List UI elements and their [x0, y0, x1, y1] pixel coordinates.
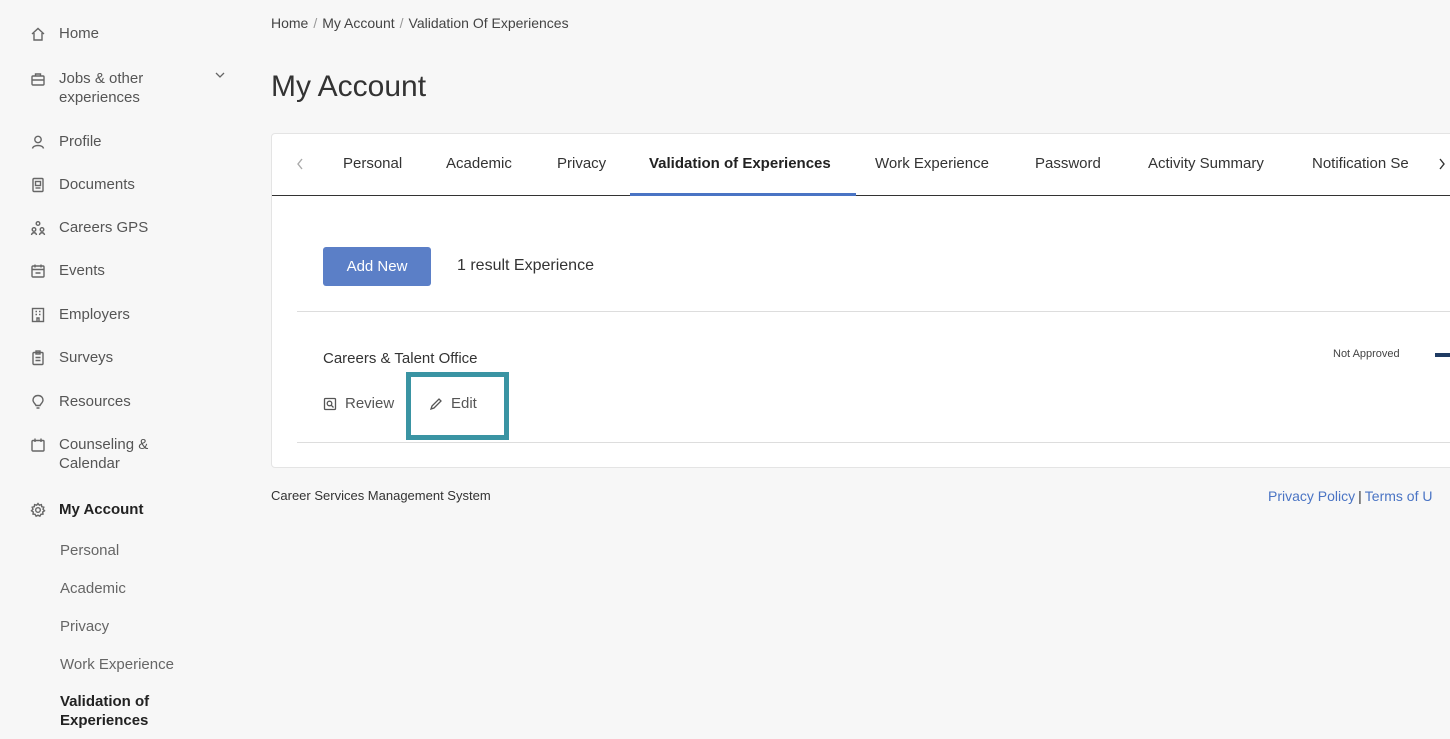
breadcrumb-home[interactable]: Home [271, 15, 308, 31]
sidebar-item-profile[interactable]: Profile [30, 132, 102, 151]
sidebar-item-my-account[interactable]: My Account [30, 500, 143, 519]
clipboard-icon [30, 350, 46, 366]
sidebar-item-careers-gps[interactable]: Careers GPS [30, 218, 148, 237]
review-button[interactable]: Review [323, 395, 394, 412]
sidebar-item-label: Profile [59, 133, 102, 150]
sidebar-item-label: My Account [59, 501, 144, 518]
sidebar-item-label: Surveys [59, 349, 114, 366]
sidebar-item-label: Employers [59, 306, 130, 323]
building-icon [30, 307, 46, 323]
tab-notification-settings[interactable]: Notification Se [1312, 155, 1424, 172]
sidebar-item-home[interactable]: Home [30, 24, 99, 43]
page-title: My Account [271, 70, 427, 103]
divider [297, 442, 1450, 443]
footer-brand: Career Services Management System [271, 488, 491, 503]
sidebar-item-surveys[interactable]: Surveys [30, 348, 113, 367]
sidebar-subitem-work-experience[interactable]: Work Experience [60, 655, 174, 674]
review-label: Review [345, 395, 395, 412]
chevron-right-icon[interactable] [1432, 154, 1450, 174]
divider [297, 311, 1450, 312]
gear-icon [30, 502, 46, 518]
tab-activity-summary[interactable]: Activity Summary [1148, 155, 1264, 172]
breadcrumb-current: Validation Of Experiences [408, 15, 569, 31]
people-icon [30, 220, 46, 236]
document-icon [30, 177, 46, 193]
edit-highlight-box [406, 372, 509, 440]
sidebar-item-label: Careers GPS [59, 219, 149, 236]
breadcrumb: Home / My Account / Validation Of Experience… [271, 15, 569, 31]
sidebar-item-jobs[interactable]: Jobs & other experiences [30, 69, 190, 107]
sidebar-subitem-personal[interactable]: Personal [60, 541, 119, 560]
tab-academic[interactable]: Academic [446, 155, 512, 172]
footer-links: Privacy Policy | Terms of U [1268, 488, 1433, 504]
sidebar-item-resources[interactable]: Resources [30, 392, 131, 411]
sidebar-item-label: Counseling & Calendar [59, 436, 149, 472]
terms-link[interactable]: Terms of U [1365, 488, 1433, 504]
account-card: Personal Academic Privacy Validation of … [271, 133, 1450, 468]
result-count: 1 result Experience [457, 257, 594, 274]
tab-validation[interactable]: Validation of Experiences [649, 155, 831, 172]
sidebar-item-counseling[interactable]: Counseling & Calendar [30, 435, 190, 473]
review-icon [323, 397, 337, 410]
sidebar-item-label: Documents [59, 176, 135, 193]
sidebar-item-label: Resources [59, 393, 131, 410]
home-icon [30, 26, 46, 42]
tab-bar: Personal Academic Privacy Validation of … [272, 134, 1450, 196]
sidebar-item-employers[interactable]: Employers [30, 305, 130, 324]
privacy-policy-link[interactable]: Privacy Policy [1268, 488, 1355, 504]
tab-work-experience[interactable]: Work Experience [875, 155, 989, 172]
active-tab-indicator [630, 193, 856, 196]
sidebar-item-events[interactable]: Events [30, 261, 105, 280]
status-indicator [1435, 353, 1450, 357]
briefcase-icon [30, 71, 46, 87]
chevron-left-icon[interactable] [290, 154, 310, 174]
user-icon [30, 134, 46, 150]
sidebar-subitem-validation[interactable]: Validation of Experiences [60, 692, 190, 730]
sidebar-subitem-privacy[interactable]: Privacy [60, 617, 109, 636]
calendar-event-icon [30, 263, 46, 279]
sidebar-item-label: Home [59, 25, 100, 42]
sidebar-subitem-academic[interactable]: Academic [60, 579, 126, 598]
sidebar-item-label: Jobs & other experiences [59, 70, 144, 106]
tab-password[interactable]: Password [1035, 155, 1101, 172]
sidebar-item-label: Events [59, 262, 105, 279]
sidebar: Home Jobs & other experiences Profile Do… [0, 0, 245, 739]
status-badge: Not Approved [1333, 348, 1400, 360]
experience-name: Careers & Talent Office [323, 350, 478, 367]
chevron-down-icon[interactable] [214, 68, 226, 80]
calendar-icon [30, 437, 46, 453]
add-new-button[interactable]: Add New [323, 247, 431, 286]
sidebar-item-documents[interactable]: Documents [30, 175, 135, 194]
lightbulb-icon [30, 394, 46, 410]
breadcrumb-my-account[interactable]: My Account [322, 15, 394, 31]
tab-personal[interactable]: Personal [343, 155, 402, 172]
tab-privacy[interactable]: Privacy [557, 155, 606, 172]
